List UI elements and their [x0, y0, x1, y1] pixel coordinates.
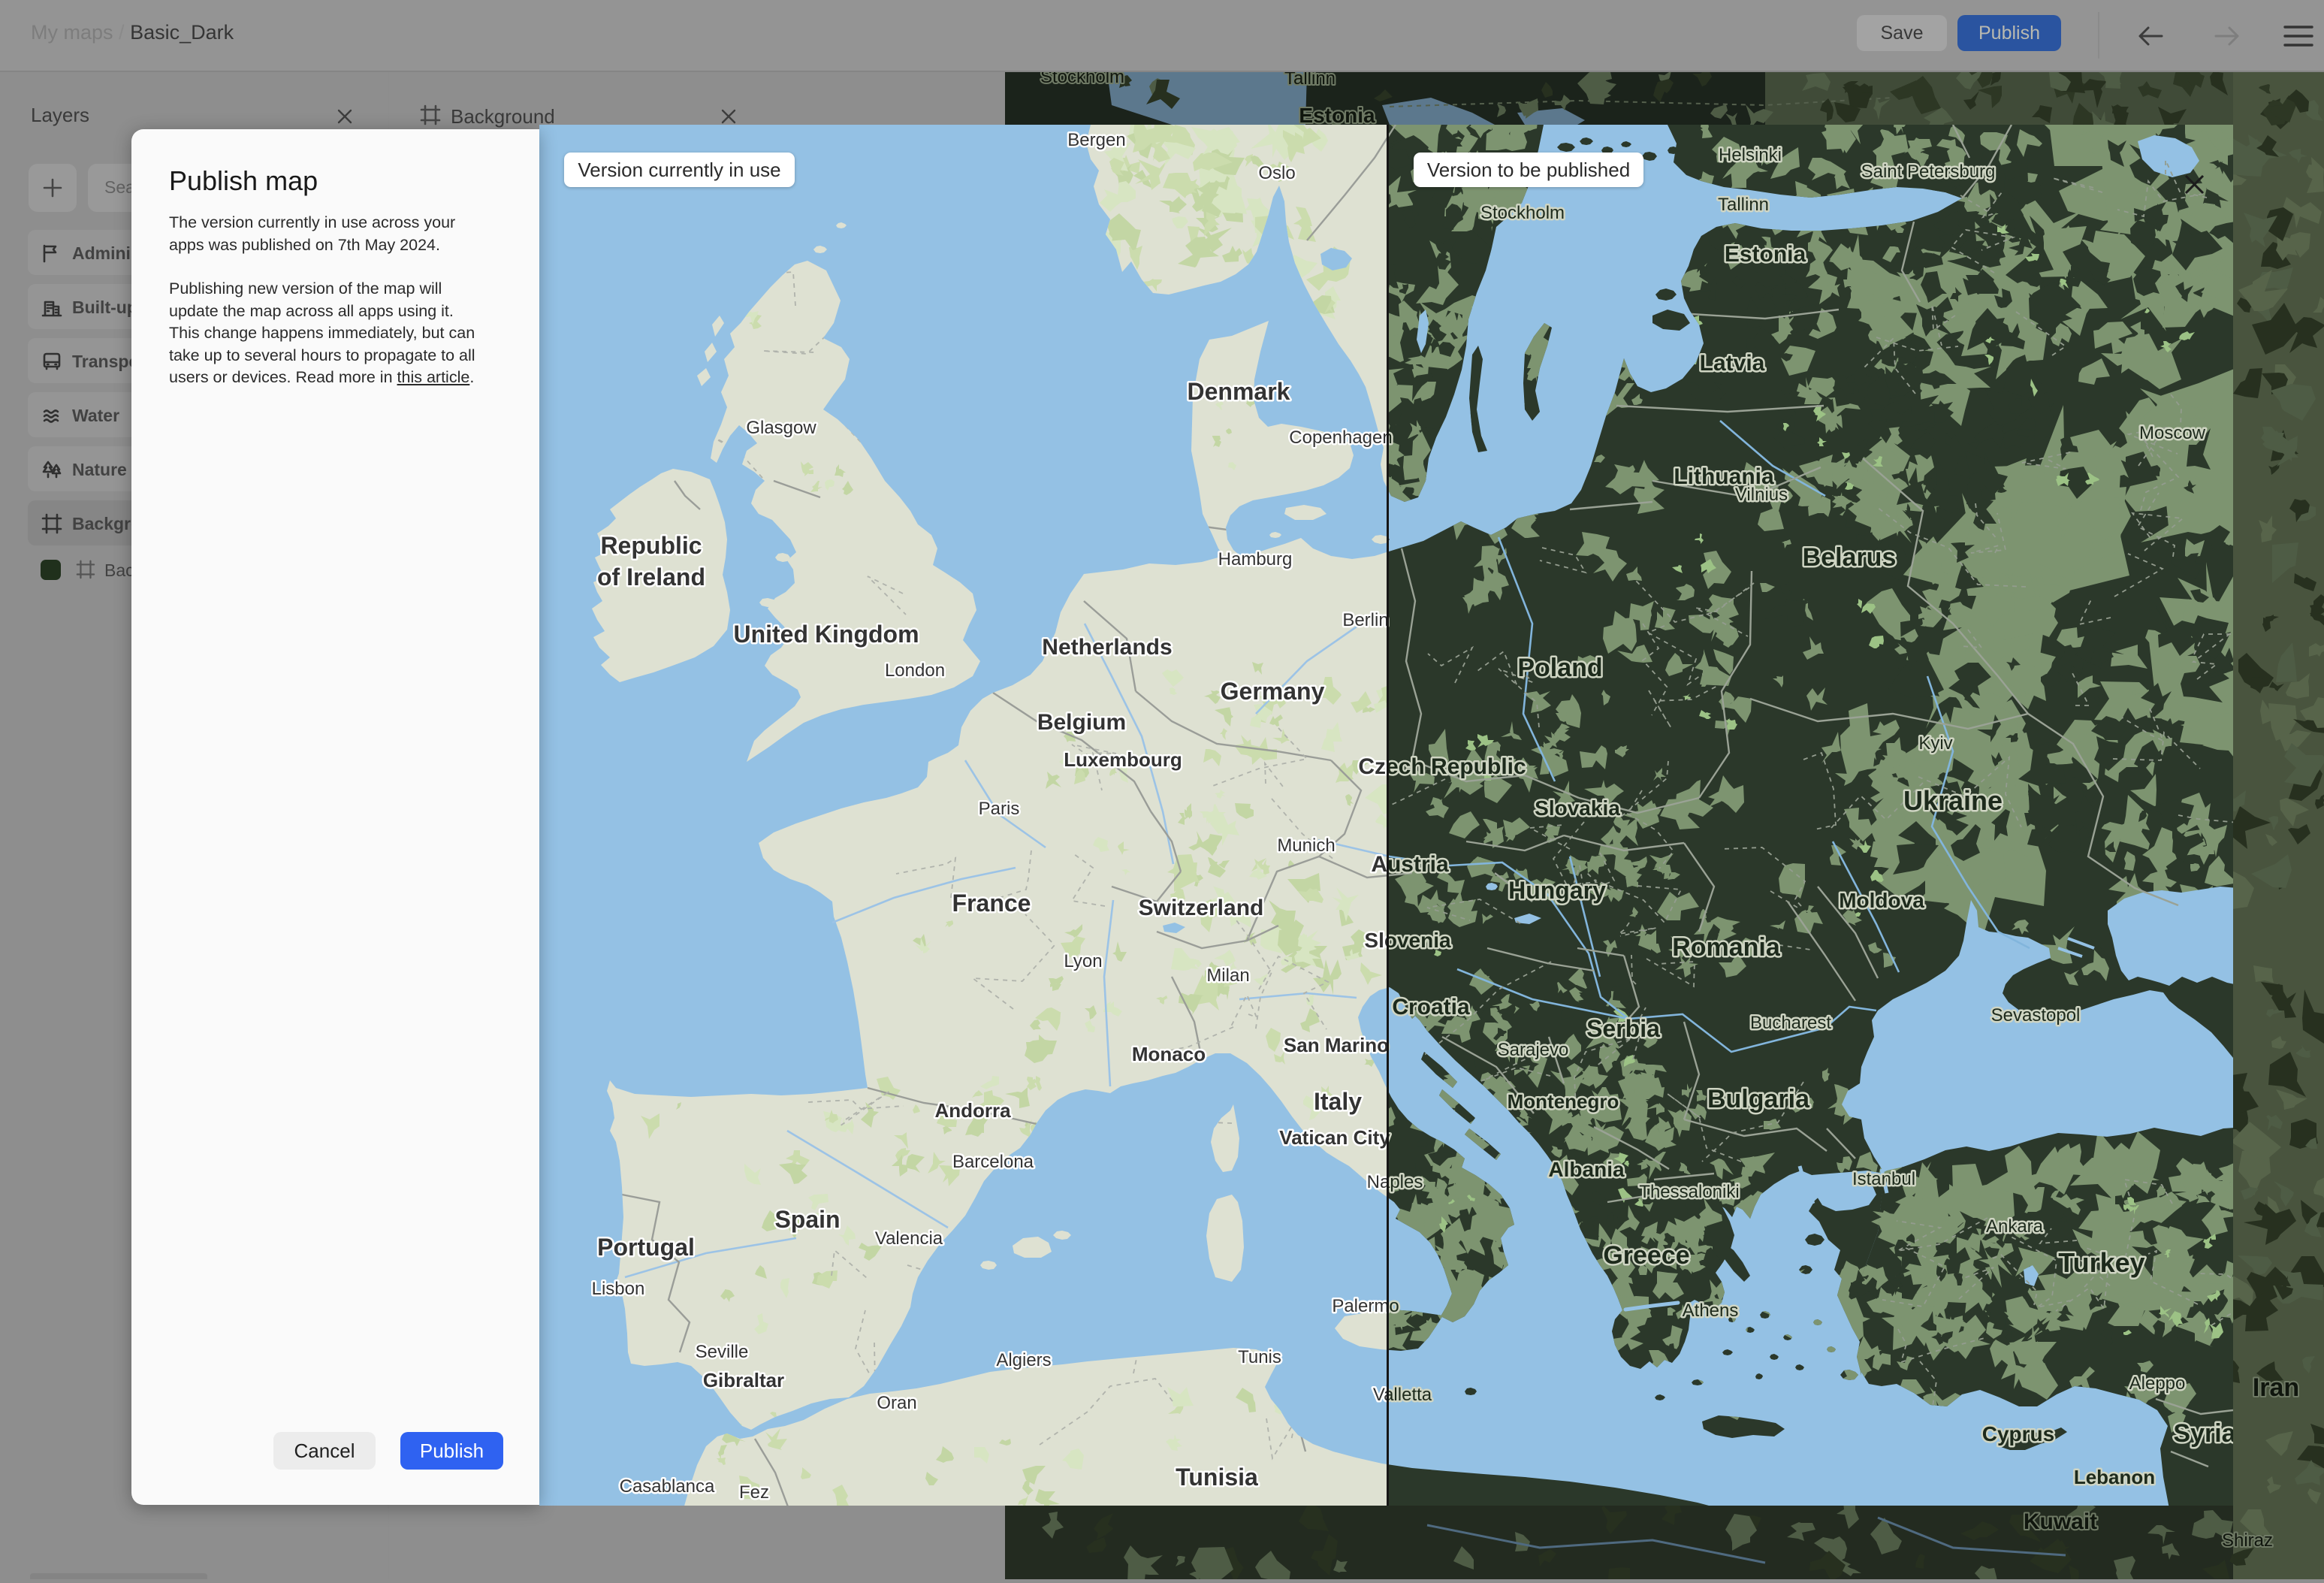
svg-text:Milan: Milan [1206, 965, 1249, 986]
svg-text:Casablanca: Casablanca [620, 1476, 715, 1497]
svg-text:Denmark: Denmark [1188, 378, 1290, 405]
svg-text:Bulgaria: Bulgaria [1707, 1085, 1810, 1113]
svg-text:Kuwait: Kuwait [2024, 1509, 2097, 1534]
svg-text:Greece: Greece [1603, 1241, 1689, 1270]
svg-text:Hamburg: Hamburg [1218, 549, 1293, 569]
svg-text:Tunisia: Tunisia [1176, 1464, 1258, 1491]
svg-text:Albania: Albania [1548, 1158, 1625, 1181]
svg-text:Thessaloniki: Thessaloniki [1639, 1182, 1739, 1202]
svg-text:Stockholm: Stockholm [1480, 203, 1565, 223]
svg-text:Moscow: Moscow [2139, 423, 2206, 443]
svg-text:of Ireland: of Ireland [597, 563, 705, 591]
svg-text:Vilnius: Vilnius [1735, 485, 1788, 505]
svg-text:Shiraz: Shiraz [2222, 1530, 2273, 1551]
svg-text:Bucharest: Bucharest [1750, 1013, 1831, 1033]
svg-text:Luxembourg: Luxembourg [1064, 748, 1182, 771]
svg-text:Aleppo: Aleppo [2129, 1373, 2186, 1394]
svg-text:Ukraine: Ukraine [1903, 785, 2003, 816]
svg-text:Paris: Paris [979, 799, 1020, 819]
svg-text:Turkey: Turkey [2058, 1247, 2144, 1278]
svg-text:Estonia: Estonia [1299, 104, 1375, 127]
svg-text:Portugal: Portugal [597, 1234, 695, 1261]
svg-text:Moldova: Moldova [1839, 889, 1924, 912]
svg-text:Syria: Syria [2173, 1419, 2233, 1448]
svg-text:Glasgow: Glasgow [746, 418, 816, 438]
svg-text:London: London [885, 660, 945, 681]
svg-text:Spain: Spain [774, 1206, 840, 1233]
svg-text:Lisbon: Lisbon [592, 1279, 645, 1299]
svg-text:Lebanon: Lebanon [2074, 1466, 2155, 1488]
svg-text:Berlin: Berlin [1342, 610, 1388, 630]
svg-text:Stockholm: Stockholm [1040, 72, 1124, 87]
svg-text:Oran: Oran [877, 1393, 916, 1413]
svg-text:France: France [952, 890, 1031, 917]
svg-text:Andorra: Andorra [934, 1099, 1011, 1122]
svg-text:Tunis: Tunis [1238, 1347, 1281, 1367]
svg-text:Republic: Republic [600, 532, 702, 559]
svg-text:Gibraltar: Gibraltar [703, 1369, 784, 1391]
svg-text:Istanbul: Istanbul [1852, 1169, 1915, 1189]
svg-text:Switzerland: Switzerland [1139, 896, 1264, 920]
svg-text:Ankara: Ankara [1986, 1216, 2044, 1237]
svg-text:United Kingdom: United Kingdom [733, 621, 919, 648]
svg-text:Tallinn: Tallinn [1284, 72, 1336, 89]
svg-text:Copenhagen: Copenhagen [1289, 427, 1392, 448]
svg-text:Lyon: Lyon [1064, 951, 1102, 971]
svg-text:Germany: Germany [1221, 678, 1325, 705]
svg-text:Italy: Italy [1314, 1088, 1362, 1115]
svg-text:Hungary: Hungary [1508, 877, 1606, 904]
svg-text:Kyiv: Kyiv [1918, 733, 1952, 754]
svg-text:Algiers: Algiers [996, 1350, 1051, 1370]
svg-text:Seville: Seville [696, 1342, 749, 1362]
svg-text:Helsinki: Helsinki [1719, 145, 1782, 165]
svg-text:Romania: Romania [1672, 933, 1781, 962]
svg-text:Sarajevo: Sarajevo [1498, 1040, 1569, 1060]
svg-text:Barcelona: Barcelona [952, 1152, 1034, 1172]
svg-text:Montenegro: Montenegro [1508, 1090, 1619, 1113]
svg-text:Belgium: Belgium [1037, 710, 1126, 735]
svg-text:Estonia: Estonia [1725, 242, 1806, 267]
svg-text:San Marino: San Marino [1284, 1034, 1389, 1056]
svg-text:Fez: Fez [739, 1482, 769, 1503]
svg-text:Vatican City: Vatican City [1279, 1126, 1390, 1149]
svg-text:Sevastopol: Sevastopol [1991, 1005, 2081, 1026]
svg-text:Serbia: Serbia [1586, 1015, 1660, 1042]
svg-text:Monaco: Monaco [1132, 1043, 1206, 1065]
svg-text:Belarus: Belarus [1803, 543, 1897, 572]
svg-text:Munich: Munich [1277, 835, 1335, 856]
svg-text:Latvia: Latvia [1700, 351, 1765, 376]
svg-text:Oslo: Oslo [1258, 163, 1295, 183]
svg-text:Bergen: Bergen [1067, 130, 1125, 150]
svg-text:Netherlands: Netherlands [1042, 635, 1172, 660]
svg-text:Saint Petersburg: Saint Petersburg [1861, 162, 1996, 182]
svg-text:Iran: Iran [2253, 1373, 2299, 1402]
svg-text:Valencia: Valencia [875, 1228, 943, 1249]
svg-text:Slovakia: Slovakia [1535, 796, 1620, 820]
svg-text:Tallinn: Tallinn [1718, 195, 1769, 215]
svg-text:Croatia: Croatia [1392, 995, 1470, 1020]
svg-text:Athens: Athens [1683, 1301, 1739, 1321]
svg-text:Poland: Poland [1517, 654, 1602, 682]
svg-text:Cyprus: Cyprus [1982, 1422, 2054, 1446]
